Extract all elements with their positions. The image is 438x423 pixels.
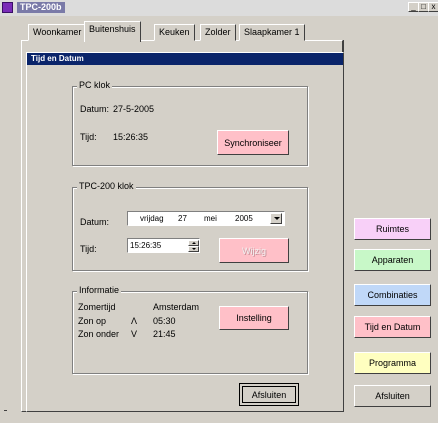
- tpc-date-label: Datum:: [80, 217, 110, 227]
- exit-button[interactable]: Afsluiten: [354, 385, 431, 407]
- dialog-title: Tijd en Datum: [27, 53, 343, 65]
- time-date-button[interactable]: Tijd en Datum: [354, 316, 431, 338]
- devices-button[interactable]: Apparaten: [354, 249, 431, 271]
- corner-mark: [4, 410, 7, 411]
- program-button[interactable]: Programma: [354, 352, 431, 374]
- settings-button[interactable]: Instelling: [219, 306, 289, 330]
- arrow-down-icon: [192, 248, 196, 250]
- tab-keuken[interactable]: Keuken: [154, 24, 195, 41]
- time-spin-down[interactable]: [188, 246, 199, 252]
- date-year: 2005: [235, 214, 253, 223]
- date-daynum: 27: [178, 214, 187, 223]
- info-legend: Informatie: [77, 285, 122, 296]
- sunrise-time: 05:30: [153, 316, 176, 326]
- tpc-time-field[interactable]: 15:26:35: [127, 238, 200, 253]
- pc-time-label: Tijd:: [80, 132, 97, 142]
- tab-slaapkamer-1[interactable]: Slaapkamer 1: [239, 24, 305, 41]
- tab-woonkamer[interactable]: Woonkamer: [28, 24, 87, 41]
- sunrise-icon: Λ: [131, 316, 138, 326]
- window-title: TPC-200b: [17, 2, 65, 13]
- pc-date-label: Datum:: [80, 104, 110, 114]
- chevron-down-icon: [274, 217, 280, 220]
- tpc-clock-legend: TPC-200 klok: [77, 181, 136, 192]
- dst-label: Zomertijd: [78, 302, 116, 312]
- location-value: Amsterdam: [153, 302, 200, 312]
- sunset-time: 21:45: [153, 329, 176, 339]
- time-value: 15:26:35: [130, 241, 162, 250]
- pc-clock-legend: PC klok: [77, 80, 113, 91]
- change-button[interactable]: Wijzig: [219, 238, 289, 263]
- tab-buitenshuis[interactable]: Buitenshuis: [84, 21, 141, 42]
- tpc-time-label: Tijd:: [80, 244, 97, 254]
- date-month: mei: [204, 214, 217, 223]
- tpc-date-picker[interactable]: vrijdag 27 mei 2005: [127, 211, 285, 226]
- synchronize-button[interactable]: Synchroniseer: [217, 130, 289, 155]
- sunset-icon: V: [131, 329, 138, 339]
- date-dropdown-button[interactable]: [270, 213, 282, 224]
- app-icon: [2, 2, 13, 13]
- close-window-button[interactable]: x: [428, 2, 438, 12]
- sunset-label: Zon onder: [78, 329, 120, 339]
- combinations-button[interactable]: Combinaties: [354, 284, 431, 306]
- sunrise-label: Zon op: [78, 316, 107, 326]
- title-bar: [0, 0, 438, 16]
- dialog-close-button[interactable]: Afsluiten: [239, 383, 299, 406]
- pane-divider: [343, 40, 344, 52]
- pc-date-value: 27-5-2005: [113, 104, 155, 114]
- pc-time-value: 15:26:35: [113, 132, 149, 142]
- arrow-up-icon: [192, 242, 196, 244]
- tab-zolder[interactable]: Zolder: [200, 24, 236, 41]
- rooms-button[interactable]: Ruimtes: [354, 218, 431, 240]
- date-day: vrijdag: [140, 214, 164, 223]
